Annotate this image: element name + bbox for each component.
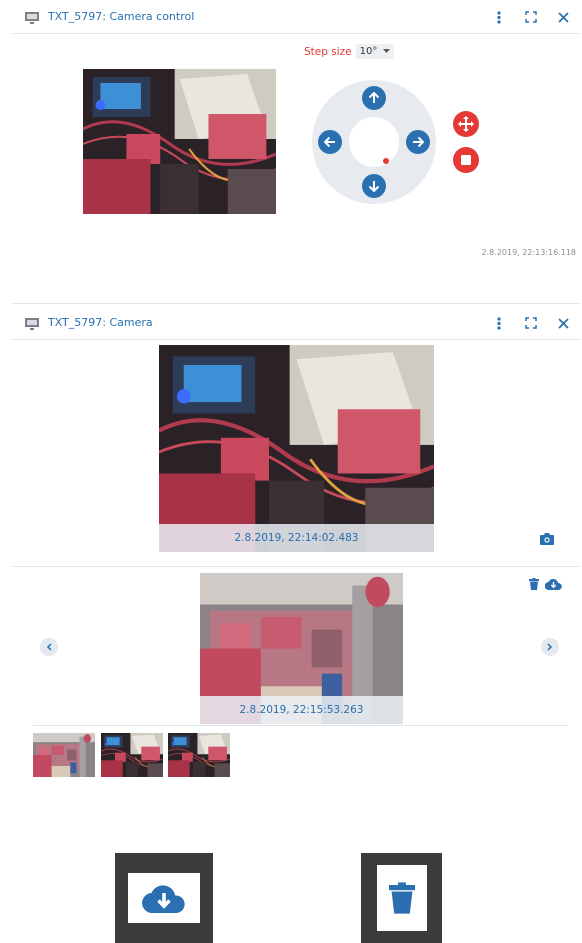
step-size-label: Step size	[304, 45, 352, 58]
panel-title: TXT_5797: Camera	[48, 316, 153, 329]
trash-icon[interactable]	[527, 577, 541, 591]
close-icon[interactable]	[556, 316, 570, 330]
move-icon[interactable]	[453, 111, 479, 137]
pan-tilt-joystick[interactable]	[312, 80, 436, 204]
gallery-next-button[interactable]	[541, 638, 559, 656]
trash-icon	[388, 882, 415, 914]
camera-header: TXT_5797: Camera	[12, 306, 580, 340]
step-size-control: Step size 10°	[304, 44, 395, 59]
gallery-prev-button[interactable]	[40, 638, 58, 656]
gallery-timestamp: 2.8.2019, 22:15:53.263	[200, 696, 403, 724]
panel-separator	[12, 303, 580, 304]
camera-icon[interactable]	[540, 532, 554, 546]
camera-preview	[83, 69, 276, 214]
gallery-thumbnail[interactable]	[101, 733, 163, 777]
chevron-down-icon	[383, 49, 391, 53]
more-vertical-icon[interactable]	[492, 316, 506, 330]
cloud-download-icon	[142, 885, 185, 913]
gallery-thumbnail[interactable]	[168, 733, 230, 777]
fullscreen-icon[interactable]	[524, 316, 538, 330]
control-timestamp: 2.8.2019, 22:13:16.118	[481, 248, 576, 257]
download-button-enlarged[interactable]	[115, 853, 213, 943]
stop-icon[interactable]	[453, 147, 479, 173]
gallery-thumbnail[interactable]	[33, 733, 95, 777]
camera-control-header: TXT_5797: Camera control	[12, 0, 580, 34]
more-vertical-icon[interactable]	[492, 10, 506, 24]
gallery-separator	[12, 566, 580, 567]
monitor-icon	[24, 316, 40, 330]
fullscreen-icon[interactable]	[524, 10, 538, 24]
chevron-left-icon	[46, 643, 52, 651]
joystick-position-dot	[383, 158, 389, 164]
arrow-down-icon[interactable]	[362, 174, 386, 198]
arrow-right-icon[interactable]	[406, 130, 430, 154]
thumbnail-separator	[33, 725, 568, 726]
chevron-right-icon	[547, 643, 553, 651]
live-camera-image: 2.8.2019, 22:14:02.483	[159, 345, 434, 552]
joystick-center[interactable]	[349, 117, 399, 167]
step-size-select[interactable]: 10°	[355, 44, 395, 59]
panel-title: TXT_5797: Camera control	[48, 10, 195, 23]
gallery-image: 2.8.2019, 22:15:53.263	[200, 573, 403, 724]
close-icon[interactable]	[556, 10, 570, 24]
arrow-left-icon[interactable]	[318, 130, 342, 154]
delete-button-enlarged[interactable]	[361, 853, 442, 943]
arrow-up-icon[interactable]	[362, 86, 386, 110]
monitor-icon	[24, 10, 40, 24]
step-size-value: 10°	[359, 46, 378, 57]
cloud-download-icon[interactable]	[544, 577, 562, 591]
live-timestamp: 2.8.2019, 22:14:02.483	[159, 524, 434, 552]
